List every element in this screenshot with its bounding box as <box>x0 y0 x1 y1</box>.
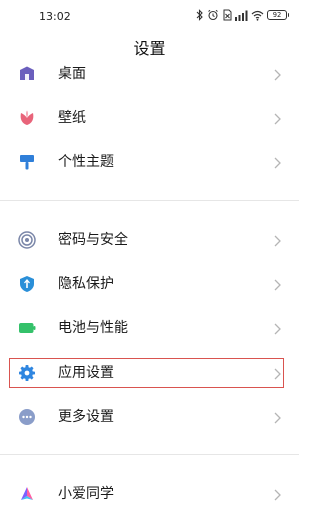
bluetooth-icon <box>196 9 204 21</box>
settings-item-label: 隐私保护 <box>58 276 114 292</box>
section-divider <box>0 200 299 201</box>
settings-item-label: 桌面 <box>58 66 86 82</box>
settings-item-theme[interactable]: 个性主题 <box>0 142 299 182</box>
chevron-right-icon <box>272 155 282 169</box>
section-divider <box>0 454 299 455</box>
settings-item-more-settings[interactable]: 更多设置 <box>0 397 299 437</box>
status-icons: 92 <box>196 8 289 22</box>
chevron-right-icon <box>272 321 282 335</box>
signal-icon <box>235 10 248 21</box>
settings-item-wallpaper[interactable]: 壁纸 <box>0 98 299 138</box>
settings-item-label: 更多设置 <box>58 409 114 425</box>
settings-item-label: 密码与安全 <box>58 232 128 248</box>
settings-item-privacy[interactable]: 隐私保护 <box>0 264 299 304</box>
status-time: 13:02 <box>39 10 71 23</box>
chevron-right-icon <box>272 277 282 291</box>
chevron-right-icon <box>272 67 282 81</box>
chevron-right-icon <box>272 233 282 247</box>
theme-icon <box>18 153 36 171</box>
chevron-right-icon <box>272 111 282 125</box>
highlight-box <box>9 358 284 388</box>
settings-item-battery[interactable]: 电池与性能 <box>0 308 299 348</box>
settings-item-label: 个性主题 <box>58 154 114 170</box>
more-settings-icon <box>18 408 36 426</box>
settings-item-xiaoai[interactable]: 小爱同学 <box>0 474 299 514</box>
xiaoai-icon <box>18 485 36 503</box>
settings-item-label: 小爱同学 <box>58 486 114 502</box>
chevron-right-icon <box>272 487 282 501</box>
chevron-right-icon <box>272 410 282 424</box>
settings-item-label: 电池与性能 <box>58 320 128 336</box>
alarm-icon <box>207 9 219 21</box>
battery-level: 92 <box>267 10 289 20</box>
privacy-icon <box>18 275 36 293</box>
settings-item-desktop[interactable]: 桌面 <box>0 54 299 94</box>
no-sim-icon <box>222 9 232 21</box>
wallpaper-icon <box>18 109 36 127</box>
wifi-icon <box>251 10 264 21</box>
settings-item-label: 壁纸 <box>58 110 86 126</box>
battery-icon <box>18 319 36 337</box>
settings-item-security[interactable]: 密码与安全 <box>0 220 299 260</box>
status-bar: 13:02 92 <box>0 0 299 30</box>
desktop-icon <box>18 65 36 83</box>
security-icon <box>18 231 36 249</box>
